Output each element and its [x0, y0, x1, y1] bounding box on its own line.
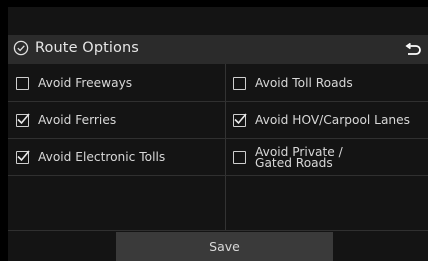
option-avoid-hov-carpool-lanes[interactable]: Avoid HOV/Carpool Lanes — [226, 102, 428, 139]
option-label: Avoid Toll Roads — [255, 76, 353, 90]
option-avoid-private-gated-roads[interactable]: Avoid Private / Gated Roads — [226, 139, 428, 176]
option-label-group: Avoid Private / Gated Roads — [255, 145, 343, 170]
return-arrow-icon — [405, 42, 421, 55]
option-label-line2: Gated Roads — [255, 155, 333, 170]
back-button[interactable] — [398, 35, 428, 64]
check-circle-icon — [13, 40, 29, 56]
checkbox-checked[interactable] — [233, 113, 247, 127]
route-options-screen: Route Options Avoid Freeways Avoid Toll … — [8, 7, 428, 261]
header-bar: Route Options — [8, 35, 428, 64]
checkbox-unchecked[interactable] — [16, 77, 29, 90]
check-icon — [234, 113, 247, 125]
checkbox-checked[interactable] — [16, 113, 30, 127]
checkbox-unchecked[interactable] — [233, 151, 246, 164]
checkbox-checked[interactable] — [16, 150, 30, 164]
option-avoid-ferries[interactable]: Avoid Ferries — [8, 102, 225, 139]
option-label: Avoid Ferries — [38, 113, 117, 127]
option-avoid-toll-roads[interactable]: Avoid Toll Roads — [226, 65, 428, 102]
option-label: Avoid Electronic Tolls — [38, 150, 166, 164]
check-icon — [17, 113, 30, 125]
option-label: Avoid Freeways — [38, 76, 133, 90]
option-avoid-freeways[interactable]: Avoid Freeways — [8, 65, 225, 102]
page-title: Route Options — [35, 40, 139, 56]
option-avoid-electronic-tolls[interactable]: Avoid Electronic Tolls — [8, 139, 225, 176]
row-divider — [8, 230, 428, 231]
save-button[interactable]: Save — [116, 232, 333, 261]
checkbox-unchecked[interactable] — [233, 77, 246, 90]
check-icon — [17, 150, 30, 162]
option-label: Avoid HOV/Carpool Lanes — [255, 113, 411, 127]
